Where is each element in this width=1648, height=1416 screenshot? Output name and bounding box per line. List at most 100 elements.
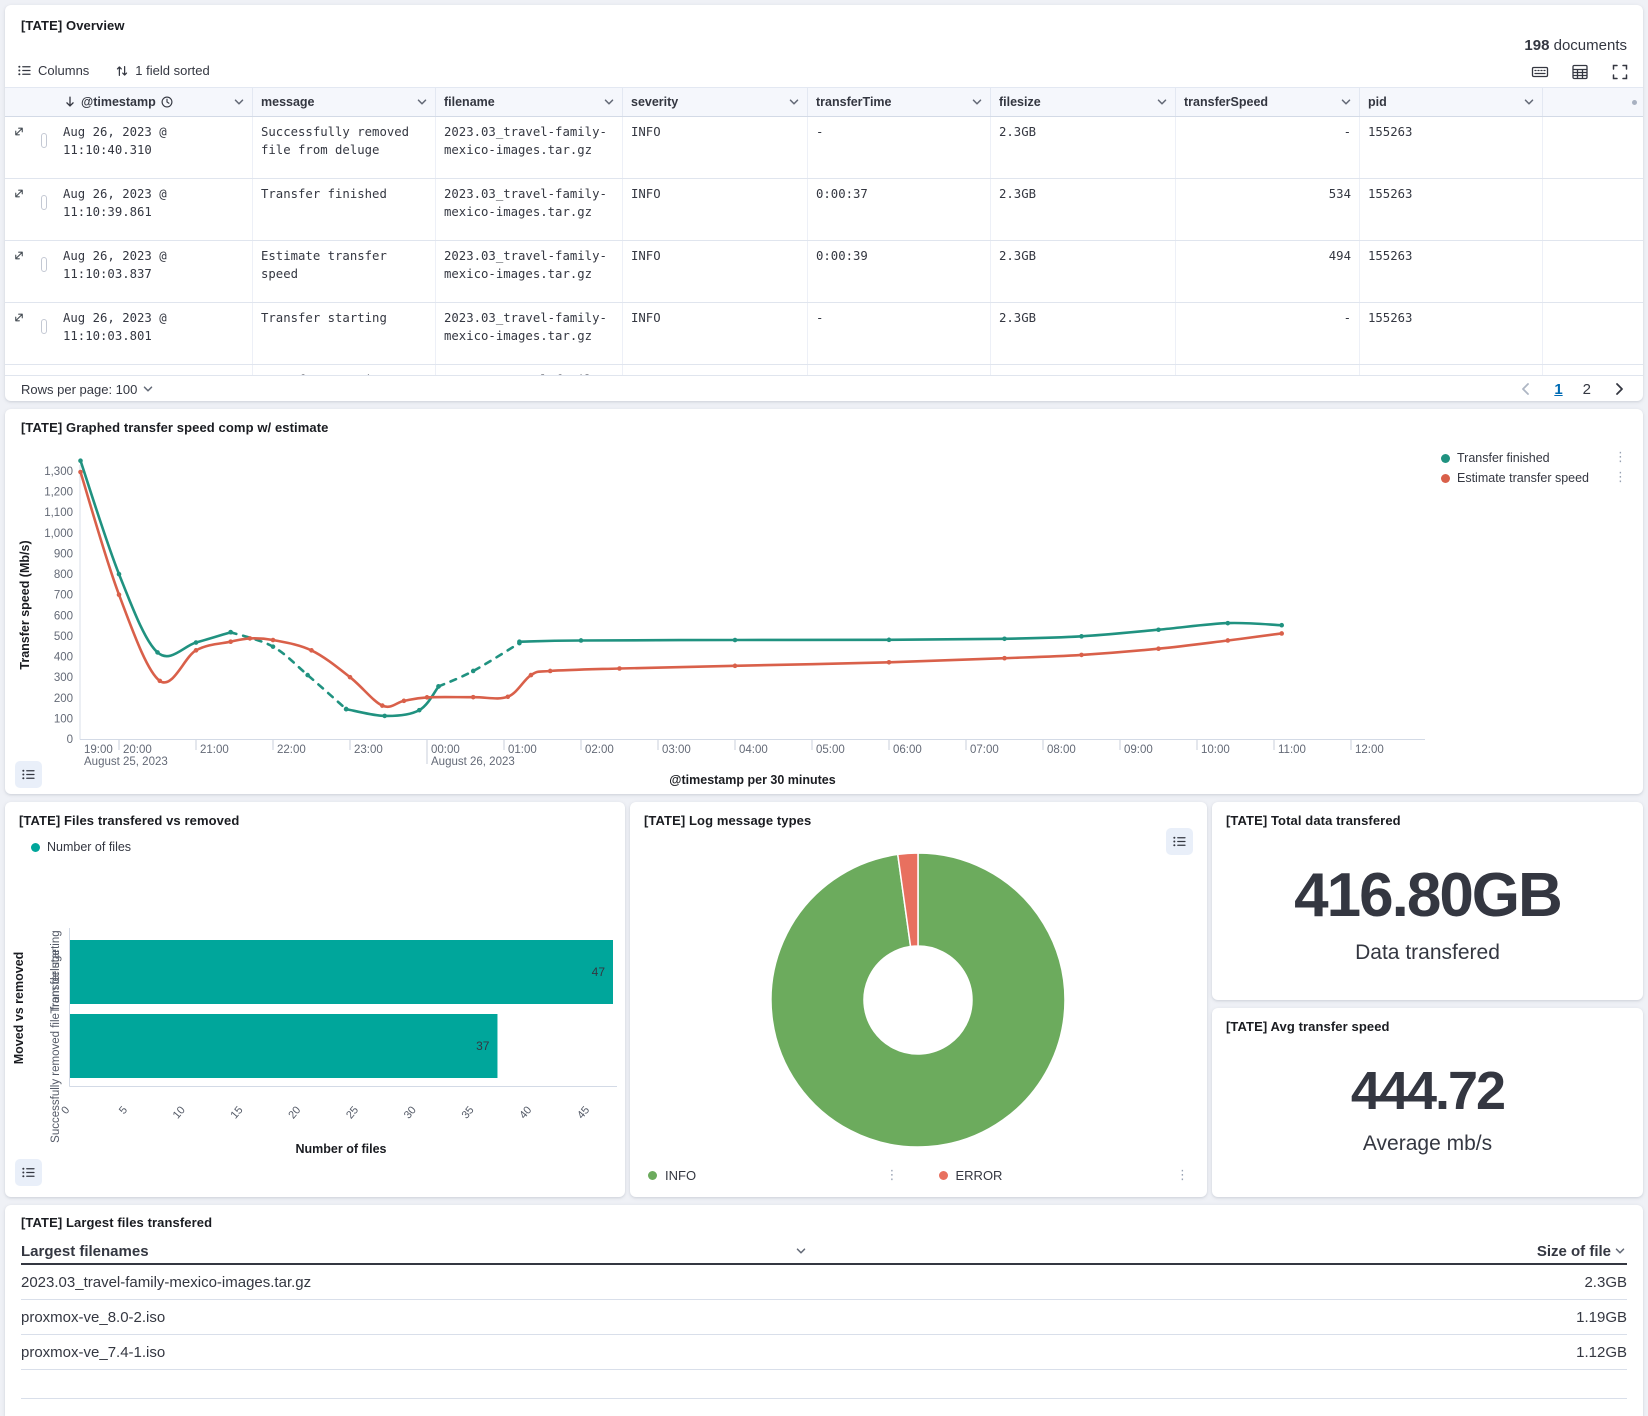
column-header-filesize[interactable]: filesize	[991, 88, 1176, 116]
cell-transferSpeed: -	[1176, 117, 1360, 178]
rows-per-page-label: Rows per page: 100	[21, 382, 137, 397]
columns-button[interactable]: Columns	[17, 63, 89, 78]
header-spacer	[33, 88, 55, 116]
chart-options-button[interactable]	[15, 1159, 42, 1186]
chart-options-button[interactable]	[15, 761, 42, 788]
fullscreen-icon[interactable]	[1611, 63, 1629, 81]
table-row[interactable]: Aug 26, 2023 @ 11:10:03.837Estimate tran…	[5, 241, 1643, 303]
column-header-transferTime[interactable]: transferTime	[808, 88, 991, 116]
svg-text:23:00: 23:00	[354, 744, 383, 756]
datagrid-toolbar: Columns 1 field sorted	[17, 63, 210, 78]
legend-item-error[interactable]: ERROR ⋮	[899, 1168, 1190, 1183]
panel-title: [TATE] Largest files transfered	[21, 1215, 212, 1230]
cell-size: 1.19GB	[1576, 1309, 1627, 1326]
bar-chart: 4737Transfer startingSuccessfully remove…	[5, 858, 625, 1158]
table-row[interactable]: Aug 26, 2023 @ 11:10:03.801Transfer star…	[5, 303, 1643, 365]
cell-empty	[1543, 241, 1643, 302]
row-divider	[21, 1398, 1627, 1399]
legend-menu-icon[interactable]: ⋮	[886, 1171, 899, 1181]
legend-label: Number of files	[47, 840, 131, 854]
panel-title: [TATE] Overview	[21, 18, 125, 33]
column-header-severity[interactable]: severity	[623, 88, 808, 116]
table-body: Aug 26, 2023 @ 11:10:40.310Successfully …	[5, 117, 1643, 376]
expand-row-icon[interactable]	[13, 249, 25, 262]
svg-text:22:00: 22:00	[277, 744, 306, 756]
table-row[interactable]: Aug 26, 2023 @ 11:10:03.801Transfer star…	[5, 365, 1643, 376]
column-header-size-of-file[interactable]: Size of file	[808, 1243, 1627, 1260]
column-header-label: filesize	[999, 95, 1041, 109]
checkbox-cell	[33, 303, 55, 364]
svg-text:500: 500	[54, 631, 73, 643]
rows-per-page-button[interactable]: Rows per page: 100	[21, 382, 155, 397]
row-checkbox[interactable]	[41, 133, 47, 148]
x-axis-title: @timestamp per 30 minutes	[80, 773, 1425, 787]
cell-size: 1.12GB	[1576, 1344, 1627, 1361]
cell-filesize: 2.3GB	[991, 179, 1176, 240]
expand-row-icon[interactable]	[13, 311, 25, 324]
legend-menu-icon[interactable]: ⋮	[1614, 473, 1627, 483]
column-header-transferSpeed[interactable]: transferSpeed	[1176, 88, 1360, 116]
legend-item-transfer-finished[interactable]: Transfer finished ⋮	[1441, 451, 1627, 465]
column-header-label: message	[261, 95, 315, 109]
chevron-down-icon	[232, 95, 246, 109]
sorted-fields-button[interactable]: 1 field sorted	[115, 63, 209, 78]
column-header-filename[interactable]: filename	[436, 88, 623, 116]
table-row[interactable]: proxmox-ve_7.4-1.iso1.12GB	[21, 1335, 1627, 1370]
cell-timestamp: Aug 26, 2023 @ 11:10:03.801	[55, 303, 253, 364]
column-header-largest-filenames[interactable]: Largest filenames	[21, 1243, 808, 1260]
cell-filename: 2023.03_travel-family-mexico-images.tar.…	[436, 241, 623, 302]
legend-dot	[1441, 474, 1450, 483]
page-1-button[interactable]: 1	[1554, 381, 1562, 398]
panel-title: [TATE] Files transfered vs removed	[19, 813, 239, 828]
cell-transferSpeed: -	[1176, 303, 1360, 364]
display-options-icon[interactable]	[1571, 63, 1589, 81]
legend-menu-icon[interactable]: ⋮	[1614, 453, 1627, 463]
expand-row-icon[interactable]	[13, 187, 25, 200]
legend-item-estimate-transfer-speed[interactable]: Estimate transfer speed ⋮	[1441, 471, 1627, 485]
cell-transferSpeed: 494	[1176, 241, 1360, 302]
cell-filesize: 2.3GB	[991, 117, 1176, 178]
chevron-down-icon	[794, 1244, 808, 1258]
svg-text:1,000: 1,000	[44, 528, 73, 540]
legend-label: INFO	[665, 1168, 696, 1183]
cell-transferTime: -	[808, 303, 991, 364]
page-next-icon[interactable]	[1611, 381, 1627, 397]
cell-empty	[1543, 365, 1643, 376]
page-2-button[interactable]: 2	[1583, 381, 1591, 398]
row-checkbox[interactable]	[41, 319, 47, 334]
table-row[interactable]: Aug 26, 2023 @ 11:10:40.310Successfully …	[5, 117, 1643, 179]
legend-label: Estimate transfer speed	[1457, 471, 1589, 485]
svg-text:August 25, 2023: August 25, 2023	[84, 756, 168, 768]
table-header-row: Largest filenames Size of file	[21, 1239, 1627, 1265]
column-header-timestamp[interactable]: @timestamp	[55, 88, 253, 116]
chevron-down-icon	[1339, 95, 1353, 109]
table-row[interactable]: Aug 26, 2023 @ 11:10:39.861Transfer fini…	[5, 179, 1643, 241]
chart-legend[interactable]: Number of files	[31, 840, 131, 854]
cell-transferSpeed: 534	[1176, 179, 1360, 240]
cell-transferSpeed: -	[1176, 365, 1360, 376]
column-header-message[interactable]: message	[253, 88, 436, 116]
expand-row-icon[interactable]	[13, 125, 25, 138]
svg-text:01:00: 01:00	[508, 744, 537, 756]
row-checkbox[interactable]	[41, 195, 47, 210]
row-checkbox[interactable]	[41, 257, 47, 272]
table-row[interactable]: 2023.03_travel-family-mexico-images.tar.…	[21, 1265, 1627, 1300]
page-prev-icon[interactable]	[1518, 381, 1534, 397]
svg-text:04:00: 04:00	[739, 744, 768, 756]
svg-text:15: 15	[229, 1104, 246, 1121]
chevron-down-icon	[141, 382, 155, 396]
header-spacer	[5, 88, 33, 116]
svg-text:03:00: 03:00	[662, 744, 691, 756]
table-row[interactable]: proxmox-ve_8.0-2.iso1.19GB	[21, 1300, 1627, 1335]
keyboard-icon[interactable]	[1531, 63, 1549, 81]
cell-timestamp: Aug 26, 2023 @ 11:10:03.801	[55, 365, 253, 376]
svg-text:30: 30	[402, 1104, 419, 1121]
column-options-dot[interactable]	[1632, 100, 1637, 105]
svg-text:08:00: 08:00	[1047, 744, 1076, 756]
column-header-pid[interactable]: pid	[1360, 88, 1543, 116]
legend-item-info[interactable]: INFO ⋮	[648, 1168, 899, 1183]
expand-row-icon[interactable]	[13, 373, 25, 376]
total-data-transfered-panel: [TATE] Total data transfered 416.80GB Da…	[1212, 802, 1643, 1000]
legend-menu-icon[interactable]: ⋮	[1176, 1171, 1189, 1181]
expand-cell	[5, 303, 33, 364]
